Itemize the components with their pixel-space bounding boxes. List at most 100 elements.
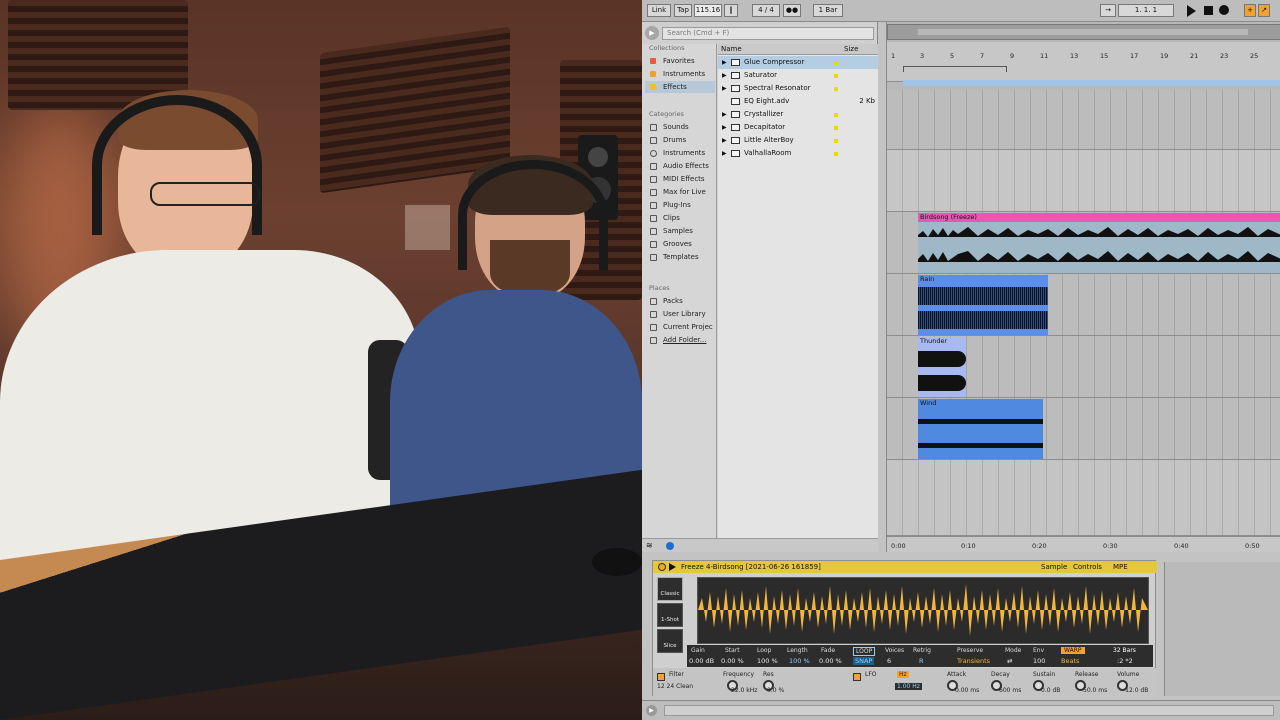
song-position-field[interactable]: 1. 1. 1: [1118, 4, 1174, 17]
track-lane[interactable]: [887, 460, 1280, 536]
automation-arm-button[interactable]: ↗: [1258, 4, 1270, 17]
gain-value[interactable]: 0.00 dB: [689, 657, 714, 665]
track-lane[interactable]: Wind: [887, 398, 1280, 460]
sidebar-item-audio-effects[interactable]: Audio Effects: [645, 160, 715, 172]
voices-value[interactable]: 6: [887, 657, 891, 665]
tempo-field[interactable]: 115.16: [694, 4, 722, 17]
length-value[interactable]: 100 %: [789, 657, 810, 665]
start-value[interactable]: 0.00 %: [721, 657, 744, 665]
volume-value[interactable]: -12.0 dB: [1123, 687, 1148, 694]
expand-icon[interactable]: ▶: [722, 82, 727, 95]
expand-icon[interactable]: ▶: [722, 147, 727, 160]
audio-clip-thunder[interactable]: Thunder: [918, 337, 966, 397]
beat-ruler[interactable]: 1 3 5 7 9 11 13 15 17 19 21 23 25: [887, 42, 1280, 82]
half-double-buttons[interactable]: :2 *2: [1117, 657, 1133, 665]
sidebar-item-instruments[interactable]: Instruments: [645, 147, 715, 159]
loop-toggle[interactable]: LOOP: [853, 647, 876, 656]
warp-mode-select[interactable]: Beats: [1061, 657, 1079, 665]
track-lane[interactable]: [887, 150, 1280, 212]
sidebar-item-midi-effects[interactable]: MIDI Effects: [645, 173, 715, 185]
release-value[interactable]: 50.0 ms: [1083, 687, 1107, 694]
audio-clip-wind[interactable]: Wind: [918, 399, 1043, 459]
audio-clip-birdsong[interactable]: Birdsong (Freeze): [918, 213, 1280, 273]
warp-toggle[interactable]: WARP: [1061, 647, 1085, 654]
nudge-icon[interactable]: ‖: [724, 4, 738, 17]
retrig-toggle[interactable]: R: [919, 657, 924, 665]
env-value[interactable]: 100: [1033, 657, 1045, 665]
file-row[interactable]: EQ Eight.adv 2 Kb: [718, 95, 878, 108]
preserve-select[interactable]: Transients: [957, 657, 990, 665]
sidebar-item-user-library[interactable]: User Library: [645, 308, 715, 320]
link-button[interactable]: Link: [647, 4, 671, 17]
frequency-value[interactable]: 22.0 kHz: [731, 687, 757, 694]
sustain-value[interactable]: 0.0 dB: [1041, 687, 1060, 694]
sidebar-item-drums[interactable]: Drums: [645, 134, 715, 146]
stop-icon[interactable]: [1204, 6, 1213, 15]
mode-slice-button[interactable]: Slice: [657, 629, 683, 653]
expand-icon[interactable]: ▶: [722, 121, 727, 134]
filter-type-select[interactable]: 12 24 Clean: [657, 683, 693, 690]
name-column-header[interactable]: Name: [721, 44, 742, 55]
follow-icon[interactable]: →: [1100, 4, 1116, 17]
expand-icon[interactable]: ▶: [722, 56, 727, 69]
time-signature-field[interactable]: 4 / 4: [752, 4, 780, 17]
decay-value[interactable]: 600 ms: [999, 687, 1021, 694]
device-play-icon[interactable]: [669, 563, 676, 571]
expand-icon[interactable]: ▶: [722, 134, 727, 147]
tap-button[interactable]: Tap: [674, 4, 692, 17]
mode-select[interactable]: ⇄: [1007, 657, 1012, 665]
lfo-rate-value[interactable]: 1.00 Hz: [895, 683, 922, 690]
file-row[interactable]: ▶ Glue Compressor: [718, 56, 878, 69]
file-row[interactable]: ▶ ValhallaRoom: [718, 147, 878, 160]
file-row[interactable]: ▶ Decapitator: [718, 121, 878, 134]
fade-value[interactable]: 0.00 %: [819, 657, 842, 665]
arrangement-overview[interactable]: [887, 24, 1280, 40]
sidebar-item-add-folder[interactable]: Add Folder...: [645, 334, 715, 346]
bars-length-field[interactable]: 32 Bars: [1113, 647, 1136, 654]
file-row[interactable]: ▶ Little AlterBoy: [718, 134, 878, 147]
play-icon[interactable]: [1187, 5, 1196, 17]
time-ruler[interactable]: 0:00 0:10 0:20 0:30 0:40 0:50: [887, 536, 1280, 552]
sidebar-item-samples[interactable]: Samples: [645, 225, 715, 237]
loop-value[interactable]: 100 %: [757, 657, 778, 665]
expand-icon[interactable]: ▶: [722, 108, 727, 121]
sidebar-item-grooves[interactable]: Grooves: [645, 238, 715, 250]
sidebar-item-templates[interactable]: Templates: [645, 251, 715, 263]
device-power-icon[interactable]: [658, 563, 666, 571]
loop-brace[interactable]: [903, 66, 1007, 72]
res-value[interactable]: 0.0 %: [767, 687, 784, 694]
sidebar-item-current-project[interactable]: Current Projec: [645, 321, 715, 333]
track-lane[interactable]: Rain: [887, 274, 1280, 336]
sidebar-item-effects-collection[interactable]: Effects: [645, 81, 715, 93]
track-lane[interactable]: Birdsong (Freeze): [887, 212, 1280, 274]
file-row[interactable]: ▶ Spectral Resonator: [718, 82, 878, 95]
track-lane[interactable]: Thunder: [887, 336, 1280, 398]
detail-toggle-icon[interactable]: ▶: [646, 705, 657, 716]
lfo-toggle-icon[interactable]: [853, 673, 861, 681]
expand-icon[interactable]: ▶: [722, 69, 727, 82]
file-row[interactable]: ▶ Saturator: [718, 69, 878, 82]
tab-controls[interactable]: Controls: [1073, 563, 1102, 571]
filter-toggle-icon[interactable]: [657, 673, 665, 681]
attack-value[interactable]: 0.00 ms: [955, 687, 979, 694]
sidebar-item-plug-ins[interactable]: Plug-Ins: [645, 199, 715, 211]
lfo-rate-mode[interactable]: Hz: [897, 671, 909, 678]
mode-classic-button[interactable]: Classic: [657, 577, 683, 601]
quantize-select[interactable]: 1 Bar: [813, 4, 843, 17]
tab-sample[interactable]: Sample: [1041, 563, 1067, 571]
audio-clip-rain[interactable]: Rain: [918, 275, 1048, 335]
sidebar-item-instruments-collection[interactable]: Instruments: [645, 68, 715, 80]
tab-mpe[interactable]: MPE: [1113, 563, 1128, 571]
sidebar-item-packs[interactable]: Packs: [645, 295, 715, 307]
sidebar-item-favorites[interactable]: Favorites: [645, 55, 715, 67]
track-lane[interactable]: [887, 90, 1280, 150]
preview-play-icon[interactable]: ▶: [645, 26, 659, 40]
file-row[interactable]: ▶ Crystallizer: [718, 108, 878, 121]
sidebar-item-sounds[interactable]: Sounds: [645, 121, 715, 133]
browser-toggle-icon[interactable]: ≋: [646, 541, 653, 550]
sidebar-item-max-for-live[interactable]: Max for Live: [645, 186, 715, 198]
size-column-header[interactable]: Size: [844, 44, 858, 55]
mode-one-shot-button[interactable]: 1-Shot: [657, 603, 683, 627]
sample-waveform-display[interactable]: [697, 577, 1149, 644]
metronome-icon[interactable]: ●●: [783, 4, 801, 17]
